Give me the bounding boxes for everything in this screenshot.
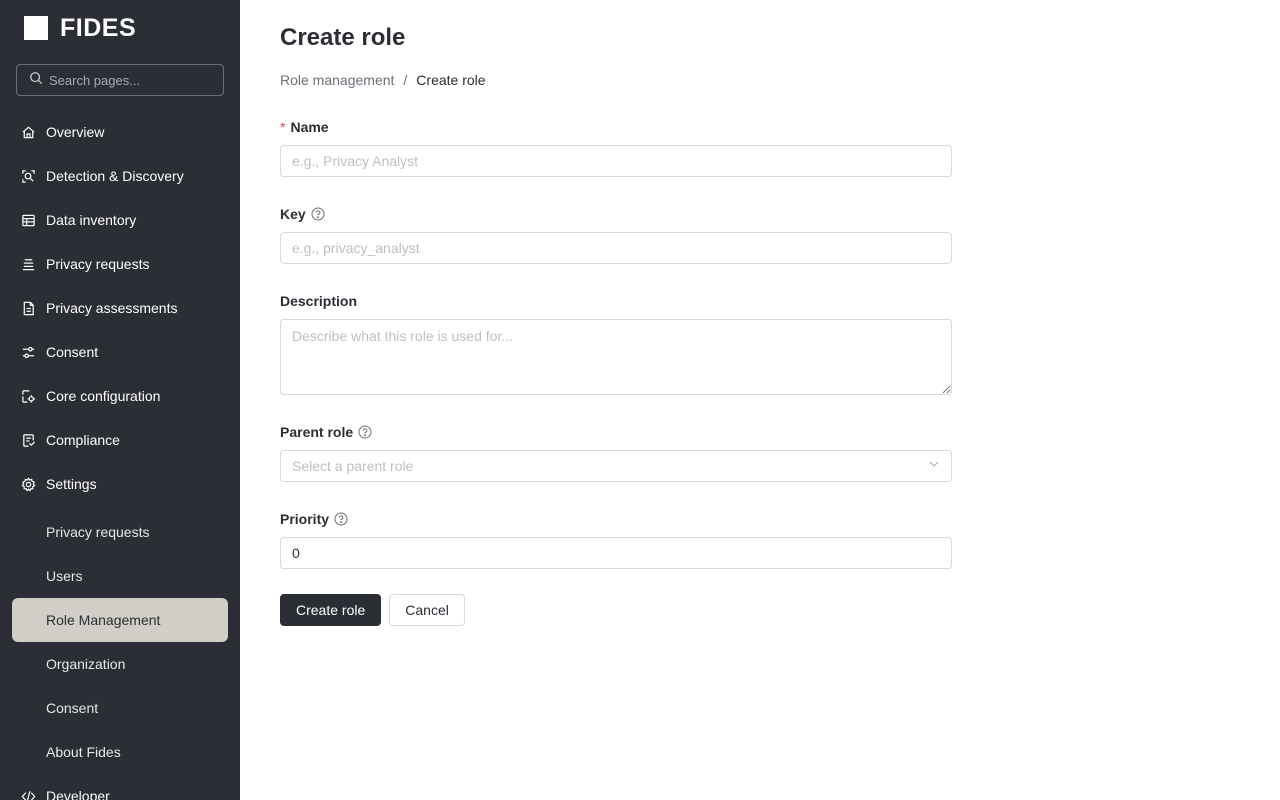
settings-subitem-users[interactable]: Users [12,554,228,598]
sidebar-item-label: Consent [46,344,99,360]
search-input[interactable] [49,72,209,88]
breadcrumb-role-management-link[interactable]: Role management [280,72,394,88]
sidebar-item-developer[interactable]: Developer [0,774,240,800]
brand-logo[interactable]: FIDES [24,13,137,42]
settings-subitem-organization[interactable]: Organization [12,642,228,686]
page-title: Create role [280,24,406,51]
priority-label-text: Priority [280,511,330,527]
breadcrumb-separator: / [403,72,408,88]
gear-icon [20,476,36,492]
required-mark: * [280,119,286,135]
sidebar-subitem-label: Users [46,568,83,584]
sidebar-item-label: Overview [46,124,105,140]
document-icon [20,300,36,316]
breadcrumb-current: Create role [416,72,486,88]
sidebar-item-label: Core configuration [46,388,161,404]
code-icon [20,788,36,800]
sidebar-item-label: Settings [46,476,97,492]
logo-mark-icon [24,16,48,40]
priority-field-label: Priority [280,510,952,528]
sidebar-subitem-label: About Fides [46,744,121,760]
create-role-button[interactable]: Create role [280,594,382,626]
sidebar-item-data-inventory[interactable]: Data inventory [0,198,240,242]
scan-search-icon [20,168,36,184]
parent-role-select[interactable]: Select a parent role [280,450,952,482]
sidebar-item-core-configuration[interactable]: Core configuration [0,374,240,418]
sidebar-subitem-label: Consent [46,700,99,716]
parent-role-field-label: Parent role [280,423,952,441]
search-box [16,64,224,96]
key-label-text: Key [280,206,306,222]
key-input[interactable] [280,232,952,264]
sidebar-item-label: Privacy assessments [46,300,178,316]
help-circle-icon[interactable] [358,425,372,439]
sidebar-item-overview[interactable]: Overview [0,110,240,154]
sidebar-item-privacy-requests[interactable]: Privacy requests [0,242,240,286]
search-icon [29,71,49,90]
sliders-icon [20,344,36,360]
breadcrumb: Role management / Create role [280,72,486,88]
home-icon [20,124,36,140]
sidebar-item-label: Developer [46,788,110,800]
sidebar-item-compliance[interactable]: Compliance [0,418,240,462]
settings-subitem-privacy-requests[interactable]: Privacy requests [12,510,228,554]
sidebar-item-label: Privacy requests [46,256,150,272]
sidebar-subitem-label: Organization [46,656,126,672]
sidebar: FIDES Overview Detection & Discovery Dat… [0,0,240,800]
help-circle-icon[interactable] [311,207,325,221]
config-icon [20,388,36,404]
form-actions: Create role Cancel [280,594,952,626]
settings-subitem-about-fides[interactable]: About Fides [12,730,228,774]
cancel-button[interactable]: Cancel [389,594,465,626]
help-circle-icon[interactable] [334,512,348,526]
description-textarea[interactable] [280,319,952,395]
parent-role-placeholder: Select a parent role [292,458,414,474]
description-label-text: Description [280,293,358,309]
sidebar-item-label: Detection & Discovery [46,168,184,184]
chevron-down-icon [928,457,940,475]
sidebar-item-privacy-assessments[interactable]: Privacy assessments [0,286,240,330]
name-input[interactable] [280,145,952,177]
sidebar-subitem-label: Role Management [46,612,161,628]
app-root: FIDES Overview Detection & Discovery Dat… [0,0,1280,800]
database-table-icon [20,212,36,228]
sidebar-item-label: Compliance [46,432,120,448]
name-field-label: * Name [280,118,952,136]
list-stack-icon [20,256,36,272]
sidebar-nav: Overview Detection & Discovery Data inve… [0,110,240,800]
main-content: Create role Role management / Create rol… [240,0,1280,800]
priority-input[interactable] [280,537,952,569]
sidebar-subitem-label: Privacy requests [46,524,150,540]
brand-name: FIDES [60,13,137,42]
create-role-form: * Name Key Description Parent role Selec… [280,118,952,626]
sidebar-item-detection-discovery[interactable]: Detection & Discovery [0,154,240,198]
sidebar-item-label: Data inventory [46,212,137,228]
compliance-shield-icon [20,432,36,448]
settings-subitem-consent[interactable]: Consent [12,686,228,730]
description-field-label: Description [280,292,952,310]
settings-subitem-role-management[interactable]: Role Management [12,598,228,642]
parent-role-label-text: Parent role [280,424,354,440]
key-field-label: Key [280,205,952,223]
sidebar-item-settings[interactable]: Settings [0,462,240,506]
sidebar-item-consent[interactable]: Consent [0,330,240,374]
name-label-text: Name [290,119,329,135]
